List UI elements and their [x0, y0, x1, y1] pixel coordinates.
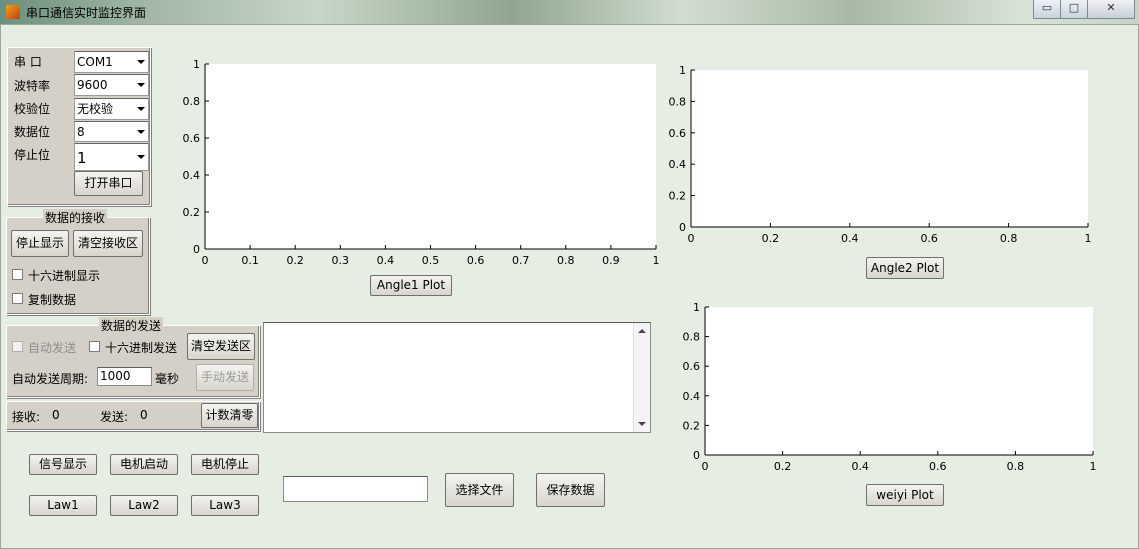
hex-display-label: 十六进制显示: [28, 269, 101, 283]
law2-button[interactable]: Law2: [110, 495, 178, 516]
receive-panel-title: 数据的接收: [43, 209, 108, 226]
chevron-down-icon: [137, 60, 145, 64]
databits-label: 数据位: [14, 125, 51, 139]
manual-send-button[interactable]: 手动发送: [196, 364, 254, 391]
send-panel-title: 数据的发送: [99, 317, 164, 334]
auto-send-label: 自动发送: [28, 341, 77, 355]
port-value: COM1: [77, 55, 113, 69]
hex-display-checkbox[interactable]: [12, 269, 23, 280]
minimize-button[interactable]: ▭: [1033, 0, 1061, 19]
angle1-plot-button[interactable]: Angle1 Plot: [370, 275, 452, 296]
choose-file-button[interactable]: 选择文件: [445, 473, 514, 507]
scroll-up-icon[interactable]: [638, 329, 646, 333]
port-label: 串 口: [14, 55, 42, 69]
stopbits-label: 停止位: [14, 148, 51, 162]
motor-stop-button[interactable]: 电机停止: [191, 454, 259, 475]
parity-value: 无校验: [77, 102, 114, 116]
auto-send-checkbox[interactable]: [12, 341, 23, 352]
clear-send-button[interactable]: 清空发送区: [187, 333, 255, 360]
chevron-down-icon: [137, 155, 145, 159]
weiyi-plot-button[interactable]: weiyi Plot: [866, 484, 944, 506]
baud-label: 波特率: [14, 79, 51, 93]
signal-display-button[interactable]: 信号显示: [29, 454, 97, 475]
send-period-label: 自动发送周期:: [12, 372, 89, 386]
baud-select[interactable]: 9600: [74, 74, 149, 96]
copy-data-checkbox[interactable]: [12, 293, 23, 304]
copy-data-label: 复制数据: [28, 293, 77, 307]
matlab-app-icon: [6, 5, 20, 19]
period-unit-label: 毫秒: [155, 372, 180, 386]
parity-select[interactable]: 无校验: [74, 98, 149, 120]
maximize-button[interactable]: □: [1060, 0, 1088, 19]
parity-label: 校验位: [14, 102, 51, 116]
receive-count-label: 接收:: [12, 410, 41, 424]
law3-button[interactable]: Law3: [191, 495, 259, 516]
port-select[interactable]: COM1: [74, 51, 149, 73]
textarea-scrollbar[interactable]: [633, 323, 650, 432]
close-button[interactable]: ✕: [1087, 0, 1135, 19]
hex-send-checkbox[interactable]: [89, 341, 100, 352]
send-count-value: 0: [140, 408, 148, 422]
motor-start-button[interactable]: 电机启动: [110, 454, 178, 475]
chevron-down-icon: [137, 83, 145, 87]
stopbits-value: 1: [77, 149, 87, 167]
databits-value: 8: [77, 125, 85, 139]
stop-display-button[interactable]: 停止显示: [11, 230, 69, 257]
open-port-button[interactable]: 打开串口: [74, 171, 143, 196]
title-bar: 串口通信实时监控界面 ▭ □ ✕: [0, 0, 1139, 24]
send-period-input[interactable]: 1000: [97, 367, 152, 386]
send-textarea[interactable]: [263, 322, 651, 433]
baud-value: 9600: [77, 78, 108, 92]
reset-count-button[interactable]: 计数清零: [201, 403, 258, 428]
angle2-plot-button[interactable]: Angle2 Plot: [866, 257, 944, 279]
send-count-label: 发送:: [100, 410, 129, 424]
law1-button[interactable]: Law1: [29, 495, 97, 516]
window-title: 串口通信实时监控界面: [26, 6, 147, 20]
save-data-button[interactable]: 保存数据: [536, 473, 605, 507]
stopbits-select[interactable]: 1: [74, 143, 149, 171]
hex-send-label: 十六进制发送: [105, 341, 178, 355]
chevron-down-icon: [137, 129, 145, 134]
receive-count-value: 0: [52, 408, 60, 422]
scroll-down-icon[interactable]: [638, 422, 646, 426]
chevron-down-icon: [137, 107, 145, 111]
databits-select[interactable]: 8: [74, 121, 149, 142]
file-path-input[interactable]: [283, 476, 428, 502]
clear-receive-button[interactable]: 清空接收区: [73, 230, 143, 257]
